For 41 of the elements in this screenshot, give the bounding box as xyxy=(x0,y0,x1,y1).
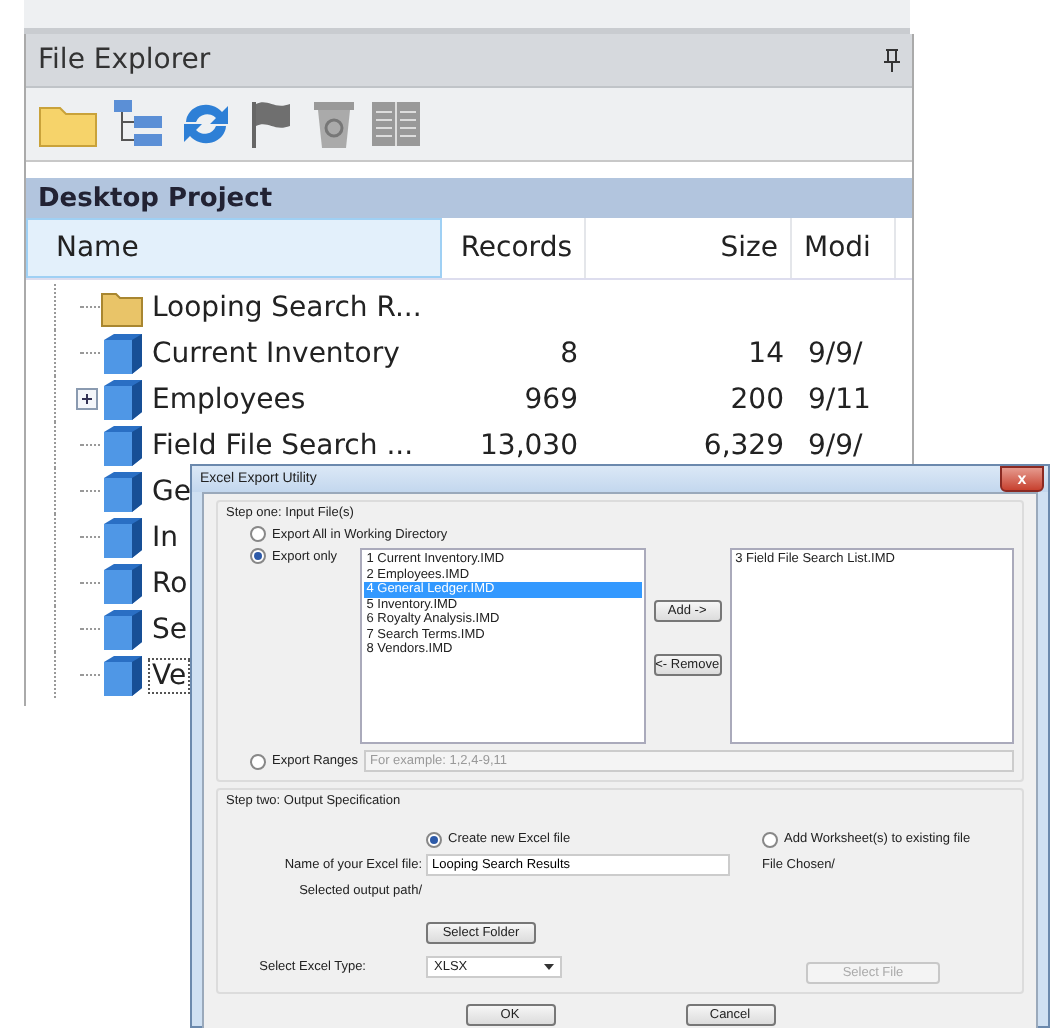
radio-button[interactable] xyxy=(250,753,266,769)
database-table-icon xyxy=(100,561,144,605)
radio-button[interactable] xyxy=(762,831,778,847)
column-header[interactable]: Name xyxy=(26,218,442,278)
database-table-icon xyxy=(100,515,144,559)
pin-icon[interactable] xyxy=(884,48,900,72)
recycle-bin-icon xyxy=(310,98,358,150)
file-name[interactable]: Looping Search R... xyxy=(148,289,426,325)
record-count: 969 xyxy=(522,383,580,415)
database-table-icon xyxy=(100,331,144,375)
database-table-icon xyxy=(100,377,144,421)
columns-icon xyxy=(370,98,422,150)
expand-icon[interactable] xyxy=(76,388,98,410)
file-name[interactable]: Ro xyxy=(148,565,192,601)
file-size: 14 xyxy=(746,337,786,369)
file-name[interactable]: Ge xyxy=(148,473,195,509)
radio-button[interactable] xyxy=(250,526,266,542)
database-table-icon xyxy=(100,607,144,651)
file-size: 6,329 xyxy=(701,429,786,461)
database-table-icon xyxy=(100,423,144,467)
database-table-icon xyxy=(100,469,144,513)
file-name[interactable]: Se xyxy=(148,611,191,647)
panel-title: File Explorer xyxy=(38,44,211,76)
modified-date: 9/9/ xyxy=(806,429,865,461)
file-name[interactable]: Employees xyxy=(148,381,310,417)
modified-date: 9/11 xyxy=(806,383,873,415)
file-name[interactable]: Field File Search ... xyxy=(148,427,418,463)
modified-date: 9/9/ xyxy=(806,337,865,369)
file-name[interactable]: Current Inventory xyxy=(148,335,404,371)
record-count: 13,030 xyxy=(478,429,580,461)
file-size: 200 xyxy=(728,383,786,415)
database-table-icon xyxy=(100,653,144,697)
project-title: Desktop Project xyxy=(38,183,273,213)
radio-button[interactable] xyxy=(426,831,442,847)
tree-view-icon[interactable] xyxy=(110,98,166,150)
close-button[interactable]: x xyxy=(1000,466,1044,492)
caret-icon xyxy=(544,964,554,970)
folder-icon xyxy=(100,287,144,327)
file-name[interactable]: In xyxy=(148,519,183,555)
record-count: 8 xyxy=(558,337,580,369)
radio-button[interactable] xyxy=(250,548,266,564)
